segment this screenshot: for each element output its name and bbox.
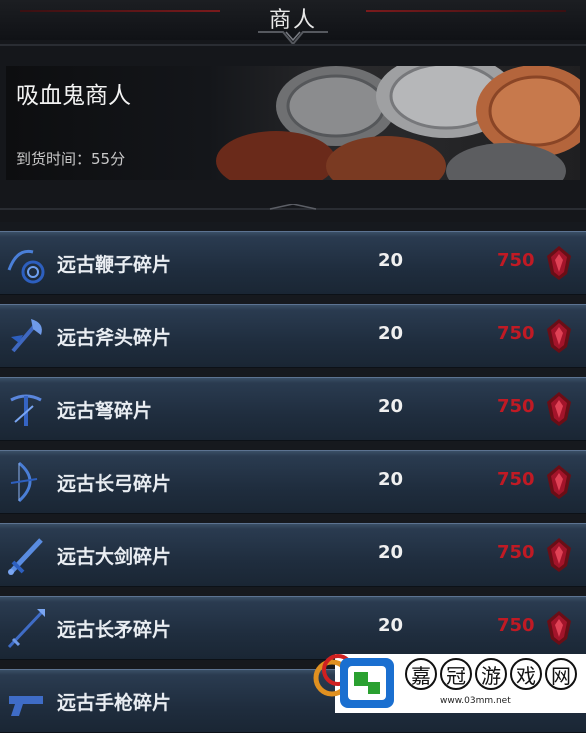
blood-currency-icon — [545, 390, 573, 428]
divider-bottom — [0, 204, 586, 210]
whip-icon — [7, 249, 45, 284]
coins-icon — [216, 66, 580, 180]
list-item[interactable]: 远古长弓碎片 20 750 — [0, 450, 586, 514]
arrival-time: 到货时间：55分 — [16, 150, 126, 168]
blood-currency-icon — [545, 317, 573, 355]
item-price: 750 — [497, 469, 535, 490]
list-item[interactable]: 远古鞭子碎片 20 750 — [0, 231, 586, 295]
blood-currency-icon — [545, 609, 573, 647]
watermark-char: 冠 — [440, 658, 472, 690]
greatsword-icon — [8, 538, 43, 575]
item-price: 750 — [497, 323, 535, 344]
item-quantity: 20 — [378, 469, 404, 490]
divider-top — [0, 44, 586, 46]
item-quantity: 20 — [378, 250, 404, 271]
item-price: 750 — [497, 396, 535, 417]
item-name: 远古鞭子碎片 — [57, 254, 172, 276]
watermark-char: 网 — [545, 658, 577, 690]
spear-icon — [7, 609, 45, 649]
item-name: 远古大剑碎片 — [57, 546, 172, 568]
item-price: 750 — [497, 615, 535, 636]
watermark-char: 嘉 — [405, 658, 437, 690]
watermark-char: 戏 — [510, 658, 542, 690]
item-name: 远古弩碎片 — [57, 400, 153, 422]
crossbow-icon — [10, 394, 42, 426]
list-item[interactable]: 远古斧头碎片 20 750 — [0, 304, 586, 368]
item-quantity: 20 — [378, 396, 404, 417]
blood-currency-icon — [545, 463, 573, 501]
item-price: 750 — [497, 250, 535, 271]
axe-icon — [11, 319, 42, 353]
pistol-icon — [9, 696, 43, 716]
item-quantity: 20 — [378, 615, 404, 636]
item-quantity: 20 — [378, 323, 404, 344]
list-item[interactable]: 远古大剑碎片 20 750 — [0, 523, 586, 587]
item-name: 远古长弓碎片 — [57, 473, 172, 495]
item-price: 750 — [497, 542, 535, 563]
blood-currency-icon — [545, 244, 573, 282]
vendor-banner: 吸血鬼商人 到货时间：55分 — [6, 66, 580, 180]
list-item[interactable]: 远古弩碎片 20 750 — [0, 377, 586, 441]
longbow-icon — [10, 461, 38, 503]
watermark-char: 游 — [475, 658, 507, 690]
vendor-name: 吸血鬼商人 — [16, 83, 131, 109]
item-name: 远古手枪碎片 — [57, 692, 172, 714]
item-quantity: 20 — [378, 542, 404, 563]
item-name: 远古长矛碎片 — [57, 619, 172, 641]
blood-currency-icon — [545, 536, 573, 574]
watermark-url: www.03mm.net — [440, 696, 511, 706]
item-name: 远古斧头碎片 — [57, 327, 172, 349]
